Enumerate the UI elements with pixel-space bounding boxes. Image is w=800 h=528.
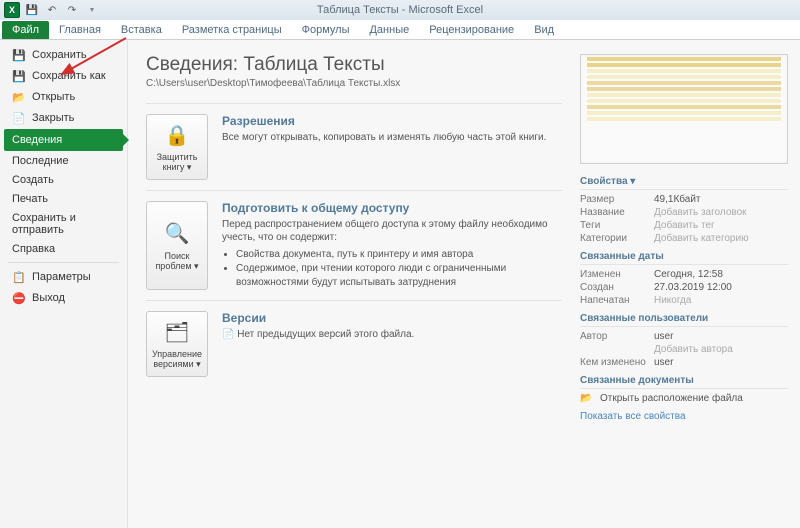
sidebar-label: Справка [12, 243, 55, 255]
sidebar-item-print[interactable]: Печать [4, 190, 123, 208]
sidebar-label: Закрыть [32, 112, 74, 124]
properties-panel: Свойства ▾ Размер49,1Кбайт НазваниеДобав… [580, 40, 800, 528]
save-icon[interactable]: 💾 [24, 2, 40, 18]
title-bar: X 💾 ↶ ↷ ▼ Таблица Тексты - Microsoft Exc… [0, 0, 800, 20]
prop-row: Размер49,1Кбайт [580, 193, 788, 206]
protect-workbook-button[interactable]: 🔒 Защитить книгу ▾ [146, 114, 208, 180]
tab-view[interactable]: Вид [524, 21, 564, 39]
undo-icon[interactable]: ↶ [44, 2, 60, 18]
close-icon: 📄 [12, 111, 26, 125]
save-as-icon: 💾 [12, 69, 26, 83]
sidebar-item-save[interactable]: 💾 Сохранить [4, 45, 123, 65]
sidebar-item-close[interactable]: 📄 Закрыть [4, 108, 123, 128]
exit-icon: ⛔ [12, 291, 26, 305]
sidebar-item-save-as[interactable]: 💾 Сохранить как [4, 66, 123, 86]
prop-row: КатегорииДобавить категорию [580, 232, 788, 245]
section-text: Все могут открывать, копировать и изменя… [222, 131, 562, 145]
versions-icon: 🗂 [163, 318, 191, 346]
button-label: Поиск проблем ▾ [149, 252, 205, 272]
list-item: Свойства документа, путь к принтеру и им… [236, 248, 562, 262]
backstage-view: 💾 Сохранить 💾 Сохранить как 📂 Открыть 📄 Закр… [0, 40, 800, 528]
section-permissions: 🔒 Защитить книгу ▾ Разрешения Все могут … [146, 103, 562, 190]
props-docs-title: Связанные документы [580, 375, 788, 389]
document-preview [580, 54, 788, 164]
sidebar-label: Открыть [32, 91, 75, 103]
props-title[interactable]: Свойства ▾ [580, 176, 788, 190]
redo-icon[interactable]: ↷ [64, 2, 80, 18]
sidebar-label: Сведения [12, 134, 62, 146]
section-title: Версии [222, 311, 562, 325]
inspect-icon: 🔍 [163, 220, 191, 248]
gear-icon: 📋 [12, 270, 26, 284]
tab-formulas[interactable]: Формулы [292, 21, 360, 39]
prop-row: ТегиДобавить тег [580, 219, 788, 232]
sidebar-item-new[interactable]: Создать [4, 171, 123, 189]
props-dates-title: Связанные даты [580, 251, 788, 265]
section-prepare: 🔍 Поиск проблем ▾ Подготовить к общему д… [146, 190, 562, 301]
sidebar-item-info[interactable]: Сведения [4, 129, 123, 151]
sidebar-label: Параметры [32, 271, 91, 283]
window-title: Таблица Тексты - Microsoft Excel [317, 4, 483, 16]
prop-row: Авторuser [580, 330, 788, 343]
open-location-link[interactable]: 📂Открыть расположение файла [580, 392, 788, 405]
save-icon: 💾 [12, 48, 26, 62]
lock-icon: 🔒 [163, 121, 191, 149]
sidebar: 💾 Сохранить 💾 Сохранить как 📂 Открыть 📄 Закр… [0, 40, 128, 528]
sidebar-label: Создать [12, 174, 54, 186]
prop-row: Кем измененоuser [580, 356, 788, 369]
tab-data[interactable]: Данные [359, 21, 419, 39]
sidebar-item-help[interactable]: Справка [4, 240, 123, 258]
ribbon-tabs: Файл Главная Вставка Разметка страницы Ф… [0, 20, 800, 40]
content-area: Сведения: Таблица Тексты C:\Users\user\D… [128, 40, 580, 528]
sidebar-item-open[interactable]: 📂 Открыть [4, 87, 123, 107]
quick-access-toolbar: X 💾 ↶ ↷ ▼ [0, 2, 100, 18]
prop-row: Создан27.03.2019 12:00 [580, 281, 788, 294]
prop-row: ИзмененСегодня, 12:58 [580, 268, 788, 281]
button-label: Защитить книгу ▾ [149, 153, 205, 173]
show-all-props-link[interactable]: Показать все свойства [580, 411, 788, 422]
section-text: Перед распространением общего доступа к … [222, 218, 562, 245]
sidebar-item-options[interactable]: 📋 Параметры [4, 267, 123, 287]
tab-review[interactable]: Рецензирование [419, 21, 524, 39]
qat-dropdown-icon[interactable]: ▼ [84, 2, 100, 18]
prop-row: Добавить автора [580, 343, 788, 356]
section-versions: 🗂 Управление версиями ▾ Версии 📄 Нет пре… [146, 300, 562, 387]
excel-icon[interactable]: X [4, 2, 20, 18]
separator [8, 262, 119, 263]
sidebar-label: Печать [12, 193, 48, 205]
tab-home[interactable]: Главная [49, 21, 111, 39]
prop-row: НазваниеДобавить заголовок [580, 206, 788, 219]
page-title: Сведения: Таблица Тексты [146, 54, 562, 76]
list-item: Содержимое, при чтении которого люди с о… [236, 262, 562, 289]
sidebar-item-recent[interactable]: Последние [4, 152, 123, 170]
open-icon: 📂 [12, 90, 26, 104]
section-title: Разрешения [222, 114, 562, 128]
tab-file[interactable]: Файл [2, 21, 49, 39]
tab-insert[interactable]: Вставка [111, 21, 172, 39]
sidebar-label: Выход [32, 292, 65, 304]
props-users-title: Связанные пользователи [580, 313, 788, 327]
list-item: 📄 Нет предыдущих версий этого файла. [222, 328, 562, 342]
section-title: Подготовить к общему доступу [222, 201, 562, 215]
page-path: C:\Users\user\Desktop\Тимофеева\Таблица … [146, 78, 562, 89]
button-label: Управление версиями ▾ [149, 350, 205, 370]
sidebar-label: Сохранить как [32, 70, 106, 82]
manage-versions-button[interactable]: 🗂 Управление версиями ▾ [146, 311, 208, 377]
sidebar-label: Сохранить [32, 49, 87, 61]
sidebar-label: Сохранить и отправить [12, 212, 115, 236]
check-issues-button[interactable]: 🔍 Поиск проблем ▾ [146, 201, 208, 291]
tab-page-layout[interactable]: Разметка страницы [172, 21, 292, 39]
sidebar-item-exit[interactable]: ⛔ Выход [4, 288, 123, 308]
prop-row: НапечатанНикогда [580, 294, 788, 307]
sidebar-item-share[interactable]: Сохранить и отправить [4, 209, 123, 239]
sidebar-label: Последние [12, 155, 69, 167]
